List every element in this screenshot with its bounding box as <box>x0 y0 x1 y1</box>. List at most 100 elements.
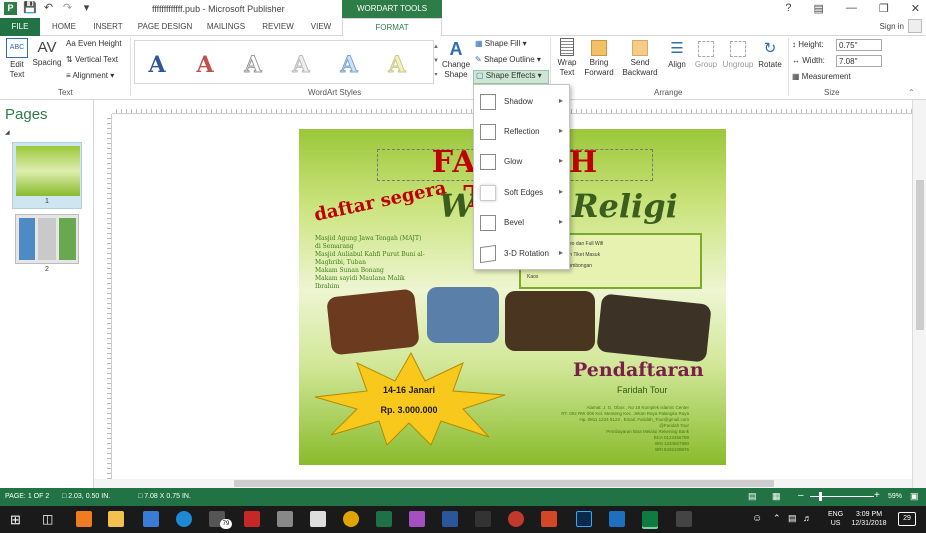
system-clock[interactable]: 3:09 PM 12/31/2018 <box>848 510 890 528</box>
undo-icon[interactable]: ↶ <box>42 2 55 15</box>
tab-page-design[interactable]: PAGE DESIGN <box>134 18 196 36</box>
sign-in-link[interactable]: Sign in <box>880 22 904 31</box>
menu-item-shadow[interactable]: Shadow ▸ <box>474 87 569 117</box>
wordart-style-1[interactable]: A <box>143 51 171 79</box>
ungroup-button[interactable]: Ungroup <box>720 38 756 70</box>
spacing-button[interactable]: AV Spacing <box>32 38 62 68</box>
taskbar-app-icon[interactable] <box>244 511 260 527</box>
zoom-in-button[interactable]: + <box>874 490 880 501</box>
tab-format[interactable]: FORMAT <box>342 18 442 36</box>
shape-effects-menu: Shadow ▸ Reflection ▸ Glow ▸ Soft Edges ▸ Be… <box>473 84 570 270</box>
taskbar-app-icon[interactable] <box>475 511 491 527</box>
show-hidden-icons[interactable]: ⌃ <box>773 513 781 524</box>
network-icon[interactable]: ▤ <box>788 513 797 524</box>
wordart-style-2[interactable]: A <box>191 51 219 79</box>
collapse-ribbon-icon[interactable]: ⌃ <box>908 88 915 97</box>
menu-item-soft-edges[interactable]: Soft Edges ▸ <box>474 178 569 208</box>
shape-effects-button[interactable]: ▢ Shape Effects ▾ <box>473 70 549 84</box>
vertical-ruler[interactable] <box>94 114 112 488</box>
zoom-out-button[interactable]: – <box>798 490 804 501</box>
customize-qat-icon[interactable]: ▾ <box>80 2 93 15</box>
tab-insert[interactable]: INSERT <box>88 18 128 36</box>
fit-page-icon[interactable]: ▣ <box>910 491 919 502</box>
help-button[interactable]: ? <box>785 2 791 15</box>
group-button[interactable]: Group <box>692 38 720 70</box>
single-page-view-icon[interactable]: ▤ <box>748 491 757 502</box>
edit-text-button[interactable]: ABC Edit Text <box>4 38 30 80</box>
menu-item-reflection[interactable]: Reflection ▸ <box>474 117 569 147</box>
wordart-style-3[interactable]: A <box>239 51 267 79</box>
task-view-icon[interactable]: ◫ <box>42 512 53 526</box>
wordart-style-4[interactable]: A <box>287 51 315 79</box>
save-icon[interactable]: 💾 <box>23 2 37 15</box>
menu-item-bevel[interactable]: Bevel ▸ <box>474 208 569 238</box>
tab-home[interactable]: HOME <box>46 18 82 36</box>
powerpoint-icon[interactable] <box>541 511 557 527</box>
two-page-view-icon[interactable]: ▦ <box>772 491 781 502</box>
tab-file[interactable]: FILE <box>0 18 40 36</box>
taskbar-app-icon[interactable] <box>409 511 425 527</box>
calculator-icon[interactable] <box>310 511 326 527</box>
minimize-button[interactable]: — <box>846 2 857 15</box>
send-backward-button[interactable]: Send Backward <box>620 38 660 78</box>
poster-date: 14-16 Janari <box>382 385 436 395</box>
gallery-scroll[interactable]: ▲ ▼ ▾ <box>432 40 440 84</box>
align-button[interactable]: ☰ Align <box>664 38 690 70</box>
menu-item-glow[interactable]: Glow ▸ <box>474 147 569 177</box>
tab-mailings[interactable]: MAILINGS <box>202 18 250 36</box>
excel-icon[interactable] <box>376 511 392 527</box>
wordart-style-6[interactable]: A <box>383 51 411 79</box>
shape-fill-button[interactable]: ▦ Shape Fill ▾ <box>475 39 527 49</box>
horizontal-scroll-thumb[interactable] <box>234 480 774 487</box>
page-thumb-2[interactable]: 2 <box>12 212 82 276</box>
close-button[interactable]: ✕ <box>911 2 920 15</box>
windows-start-icon[interactable]: ⊞ <box>10 512 21 528</box>
zoom-level[interactable]: 59% <box>888 493 902 500</box>
bring-forward-button[interactable]: Bring Forward <box>581 38 617 78</box>
chrome-icon[interactable] <box>343 511 359 527</box>
photos-icon[interactable] <box>676 511 692 527</box>
measurement-button[interactable]: ▦ Measurement <box>792 72 851 82</box>
wordart-style-5[interactable]: A <box>335 51 363 79</box>
photoshop-icon[interactable] <box>576 511 592 527</box>
status-page[interactable]: PAGE: 1 OF 2 <box>5 493 49 500</box>
volume-icon[interactable]: ♬ <box>803 513 812 523</box>
taskbar-app-icon[interactable] <box>508 511 524 527</box>
taskbar-app-icon[interactable] <box>609 511 625 527</box>
taskbar-app-icon[interactable] <box>76 511 92 527</box>
change-shape-button[interactable]: A Change Shape <box>442 38 470 80</box>
zoom-slider-thumb[interactable] <box>819 492 822 501</box>
redo-icon[interactable]: ↷ <box>61 2 74 15</box>
tab-view[interactable]: VIEW <box>306 18 336 36</box>
horizontal-scrollbar[interactable] <box>94 479 912 488</box>
publisher-taskbar-icon[interactable] <box>642 511 658 527</box>
page-thumb-1[interactable]: 1 <box>12 142 82 209</box>
wrap-text-button[interactable]: Wrap Text <box>553 38 581 78</box>
width-field[interactable]: 7.08" <box>836 55 882 67</box>
vertical-scrollbar[interactable] <box>912 100 926 488</box>
vertical-text-button[interactable]: ⇅ Vertical Text <box>66 55 118 65</box>
collapse-pane-icon[interactable]: ◢ <box>5 129 10 136</box>
store-icon[interactable] <box>143 511 159 527</box>
group-divider <box>788 38 789 96</box>
height-field[interactable]: 0.75" <box>836 39 882 51</box>
word-icon[interactable] <box>442 511 458 527</box>
wordart-styles-gallery[interactable]: A A A A A A <box>134 40 434 84</box>
people-icon[interactable]: ☺ <box>752 513 762 524</box>
notification-badge: 79 <box>220 519 232 529</box>
shape-outline-button[interactable]: ✎ Shape Outline ▾ <box>475 55 541 65</box>
alignment-button[interactable]: ≡ Alignment ▾ <box>66 71 114 81</box>
action-center-icon[interactable]: 29 <box>898 512 916 526</box>
vertical-scroll-thumb[interactable] <box>916 180 924 330</box>
file-explorer-icon[interactable] <box>108 511 124 527</box>
language-indicator[interactable]: ENG US <box>828 510 843 528</box>
taskbar-app-icon[interactable] <box>277 511 293 527</box>
tab-review[interactable]: REVIEW <box>256 18 300 36</box>
ribbon-display-icon[interactable]: ▤ <box>814 2 824 15</box>
edge-icon[interactable] <box>176 511 192 527</box>
even-height-button[interactable]: Aa Even Height <box>66 39 122 49</box>
account-avatar[interactable] <box>908 19 922 33</box>
rotate-button[interactable]: ↻ Rotate <box>756 38 784 70</box>
menu-item-3d-rotation[interactable]: 3-D Rotation ▸ <box>474 239 569 269</box>
restore-button[interactable]: ❐ <box>879 2 889 15</box>
